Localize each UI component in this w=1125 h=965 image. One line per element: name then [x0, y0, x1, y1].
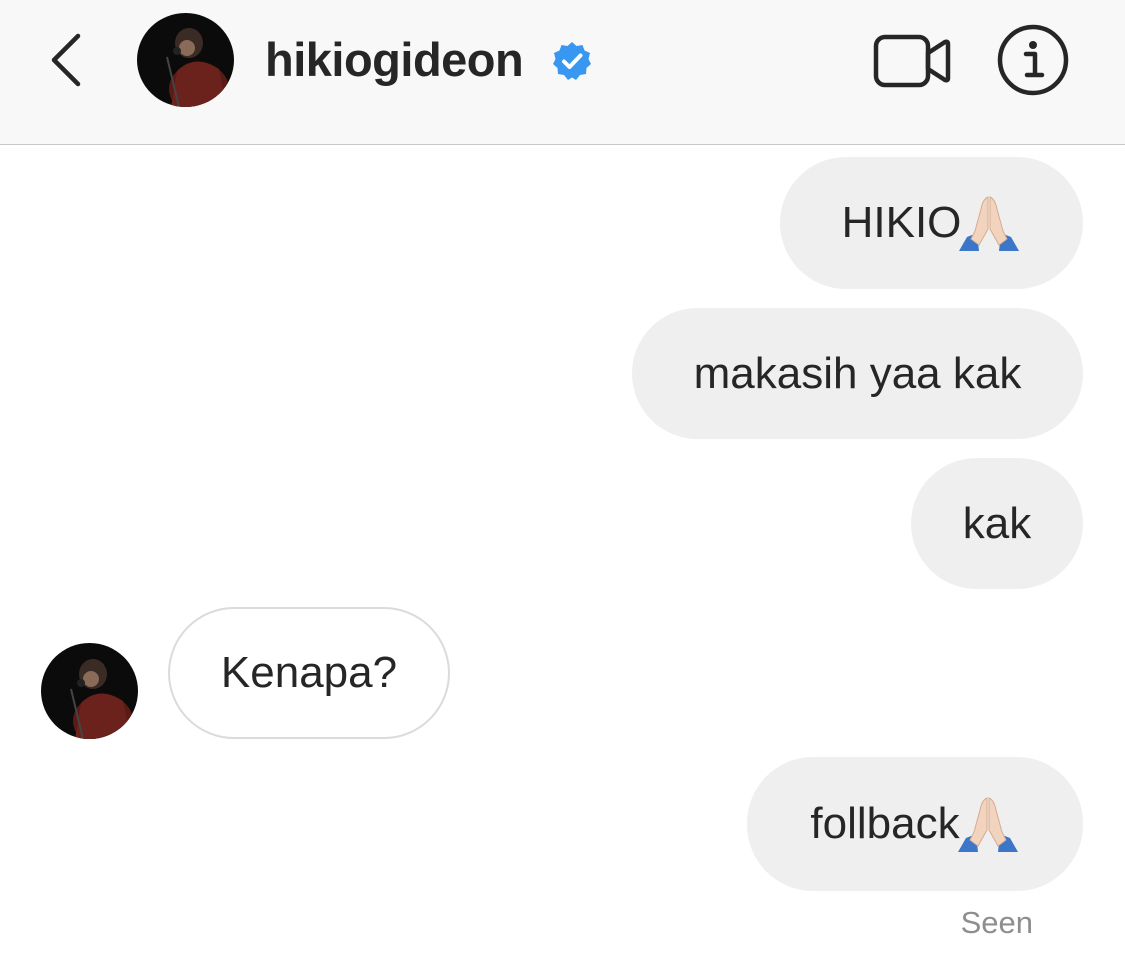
message-bubble-sent[interactable]: follback [747, 757, 1083, 891]
message-text: HIKIO [841, 198, 962, 247]
message-text: makasih yaa kak [693, 348, 1022, 398]
message-text: follback [810, 799, 960, 848]
folded-hands-emoji-icon [959, 196, 1020, 251]
chat-username[interactable]: hikiogideon [265, 30, 524, 90]
sender-avatar[interactable] [41, 643, 138, 739]
chat-header: hikiogideon [0, 0, 1125, 145]
seen-status: Seen [960, 905, 1033, 940]
verified-badge-icon [551, 40, 593, 82]
video-call-button[interactable] [873, 33, 951, 89]
message-text: Kenapa? [220, 648, 398, 697]
message-bubble-received[interactable]: Kenapa? [168, 607, 450, 739]
folded-hands-emoji-icon [957, 797, 1018, 852]
message-bubble-sent[interactable]: HIKIO [780, 157, 1083, 289]
back-button[interactable] [40, 28, 100, 92]
chevron-left-icon [51, 33, 81, 87]
message-bubble-sent[interactable]: kak [911, 458, 1083, 589]
info-button[interactable] [996, 23, 1070, 97]
video-camera-icon [873, 34, 951, 88]
message-text: kak [962, 498, 1032, 548]
message-bubble-sent[interactable]: makasih yaa kak [632, 308, 1083, 439]
profile-avatar[interactable] [137, 13, 234, 107]
info-icon [997, 24, 1069, 96]
